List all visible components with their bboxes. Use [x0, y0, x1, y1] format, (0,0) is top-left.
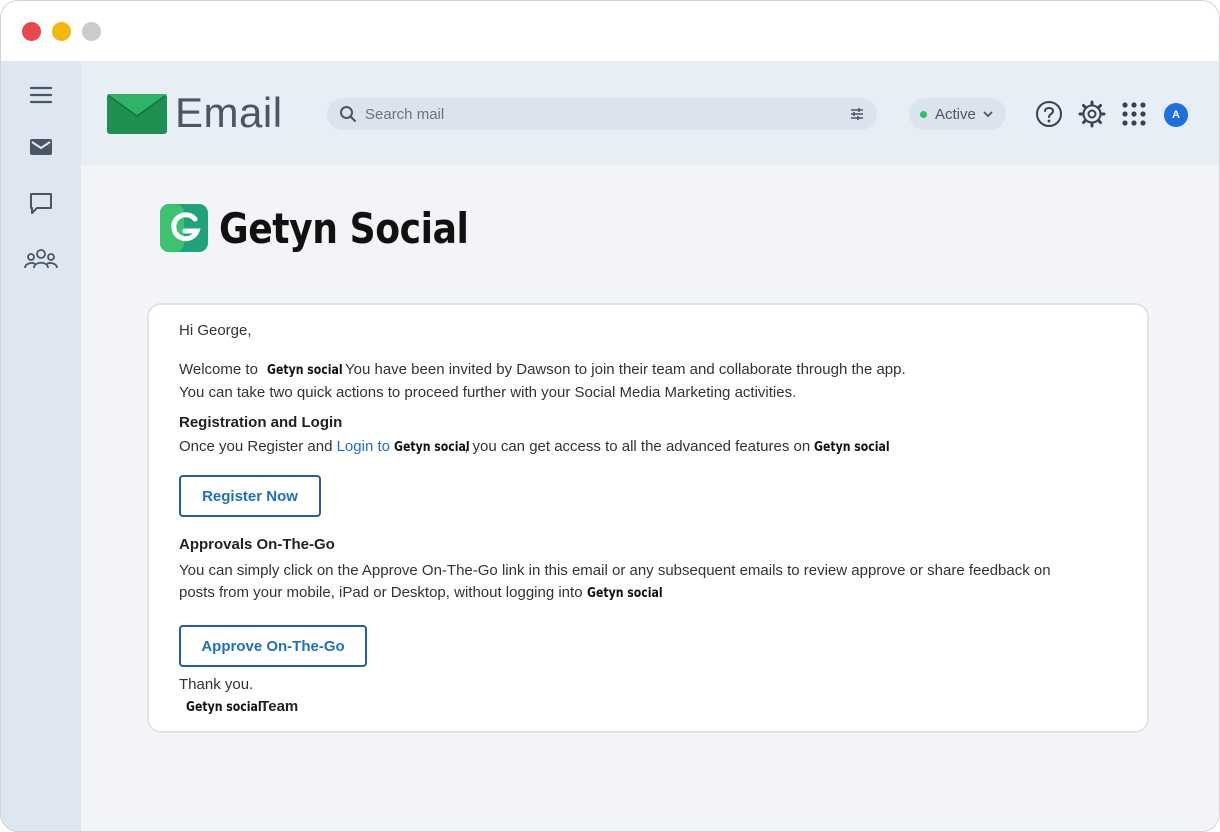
- intro-line-1: Welcome to Getyn social You have been in…: [179, 360, 906, 381]
- signature: Getyn social Team: [186, 697, 298, 718]
- brand-header: Getyn Social: [159, 203, 509, 253]
- avatar[interactable]: A: [1164, 103, 1188, 127]
- gear-icon[interactable]: [1077, 99, 1107, 129]
- app-name: Email: [175, 89, 283, 136]
- app-header: Email Search mail Active A: [81, 61, 1219, 165]
- registration-heading: Registration and Login: [179, 414, 343, 431]
- register-now-button[interactable]: Register Now: [179, 475, 321, 517]
- approvals-brand: Getyn social: [586, 586, 663, 601]
- sidebar: [1, 61, 81, 831]
- search-icon: [340, 106, 356, 122]
- chat-icon[interactable]: [23, 185, 59, 221]
- title-bar: [1, 1, 1219, 61]
- greeting: Hi George,: [179, 322, 252, 339]
- contacts-icon[interactable]: [23, 241, 59, 277]
- status-label: Active: [935, 105, 976, 123]
- minimize-window-button[interactable]: [52, 22, 71, 41]
- mail-icon[interactable]: [23, 129, 59, 165]
- brand-name: Getyn Social: [219, 203, 469, 253]
- email-logo[interactable]: Email: [107, 89, 283, 137]
- approve-on-the-go-button[interactable]: Approve On-The-Go: [179, 625, 367, 667]
- getyn-logo-icon: [160, 204, 208, 252]
- maximize-window-button[interactable]: [82, 22, 101, 41]
- registration-middle: , you can get access to all the advanced…: [464, 438, 811, 455]
- registration-brand-2: Getyn social: [814, 440, 891, 455]
- signature-brand: Getyn social: [186, 700, 262, 715]
- signature-suffix: Team: [260, 698, 299, 715]
- intro-suffix: You have been invited by Dawson to join …: [345, 361, 906, 378]
- chevron-down-icon: [983, 111, 993, 118]
- envelope-logo-icon: [107, 94, 167, 134]
- apps-grid-icon[interactable]: [1119, 99, 1149, 129]
- status-dropdown[interactable]: Active: [909, 98, 1006, 130]
- approvals-line-1: You can simply click on the Approve On-T…: [179, 562, 1051, 579]
- help-icon[interactable]: [1034, 99, 1064, 129]
- intro-prefix: Welcome to: [179, 361, 258, 378]
- registration-text: Once you Register and Login to Getyn soc…: [179, 437, 904, 458]
- registration-prefix: Once you Register and: [179, 438, 333, 455]
- intro-brand: Getyn social: [267, 363, 343, 378]
- email-card: Hi George, Welcome to Getyn social You h…: [147, 303, 1149, 733]
- intro-line-2: You can take two quick actions to procee…: [179, 384, 797, 401]
- search-input[interactable]: Search mail: [365, 106, 849, 123]
- search-bar[interactable]: Search mail: [327, 98, 877, 130]
- app-window: Email Search mail Active A Getyn Social …: [0, 0, 1220, 832]
- email-view: Getyn Social Hi George, Welcome to Getyn…: [81, 165, 1219, 831]
- approvals-heading: Approvals On-The-Go: [179, 536, 335, 553]
- approvals-line-2: posts from your mobile, iPad or Desktop,…: [179, 583, 677, 604]
- close-window-button[interactable]: [22, 22, 41, 41]
- filter-icon[interactable]: [849, 106, 865, 122]
- thanks: Thank you.: [179, 676, 254, 693]
- approvals-prefix: posts from your mobile, iPad or Desktop,…: [179, 584, 583, 601]
- registration-brand: Getyn social: [394, 440, 470, 455]
- status-indicator: [920, 110, 927, 118]
- menu-icon[interactable]: [23, 77, 59, 113]
- login-link[interactable]: Login to: [337, 438, 390, 455]
